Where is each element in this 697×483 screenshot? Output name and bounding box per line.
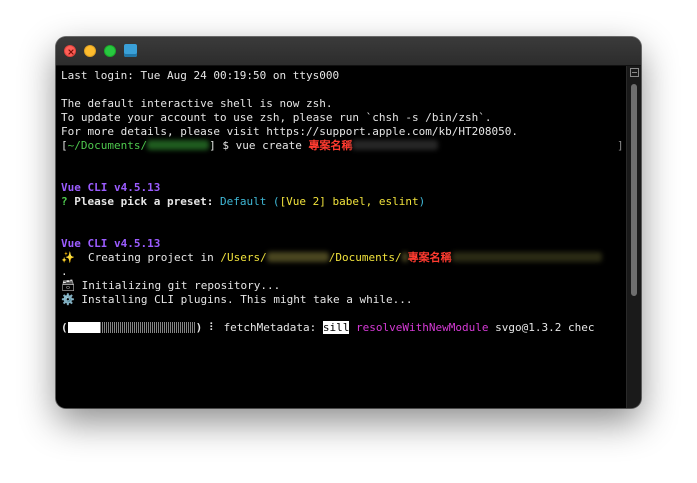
close-button[interactable] [64,45,76,57]
prompt-right-bracket: ] [617,139,624,152]
redacted-folder [401,252,408,262]
preset-question: Please pick a preset: [74,195,220,208]
redacted-path-tail [451,252,602,262]
redacted-command [352,140,439,150]
question-mark: ? [61,195,75,208]
terminal-output[interactable]: Last login: Tue Aug 24 00:19:50 on ttys0… [56,66,626,408]
scrollbar-thumb[interactable] [631,84,637,296]
progress-bar-fill [67,322,100,333]
creating-path-start: /Users/ [220,251,267,264]
prompt-close-bracket: ] [209,139,216,152]
vue-cli-version-1: Vue CLI v4.5.13 [61,181,161,194]
prompt-path: ~/Documents/ [67,139,148,152]
shell-notice-line-1: The default interactive shell is now zsh… [61,97,333,110]
close-icon [68,49,74,55]
progress-bar-remaining [99,322,196,333]
shell-notice-line-2: To update your account to use zsh, pleas… [61,111,492,124]
progress-open: ( [61,321,68,334]
vertical-scrollbar[interactable] [626,66,641,408]
minimize-button[interactable] [84,45,96,57]
prompt-open-bracket: [ [61,139,68,152]
terminal-window: Last login: Tue Aug 24 00:19:50 on ttys0… [56,37,641,408]
card-file-box-icon: 🗃 [61,279,75,292]
npm-progress-line: () ⠇ fetchMetadata: sill resolveWithNewM… [61,321,594,335]
project-name-annotation: 專案名稱 [308,139,353,152]
dot-line: . [61,265,68,278]
npm-package-text: svgo@1.3.2 chec [488,321,595,334]
log-level-badge: sill [322,321,350,334]
sparkles-icon: ✨ [61,251,75,264]
preset-prompt-line: ? Please pick a preset: Default ([Vue 2]… [61,195,425,209]
redacted-username [266,252,329,262]
redacted-path [147,140,210,150]
creating-path-mid: /Documents/ [328,251,402,264]
creating-text: Creating project in [74,251,221,264]
creating-project-line: ✨ Creating project in /Users/ /Documents/… [61,251,602,265]
last-login-line: Last login: Tue Aug 24 00:19:50 on ttys0… [61,69,340,82]
installing-line: ⚙️ Installing CLI plugins. This might ta… [61,293,412,307]
preset-answer-close: ) [418,195,426,208]
init-git-text: Initializing git repository... [74,279,281,292]
npm-action-text: resolveWithNewModule [349,321,489,334]
prompt-dollar: $ [215,139,236,152]
split-pane-icon[interactable] [630,68,639,77]
fetch-metadata-label: fetchMetadata: [223,321,323,334]
gear-icon: ⚙️ [61,293,75,306]
installing-text: Installing CLI plugins. This might take … [74,293,413,306]
preset-answer: Default ( [219,195,280,208]
command-text: vue create [235,139,309,152]
folder-icon[interactable] [124,44,137,57]
vue-cli-version-2: Vue CLI v4.5.13 [61,237,161,250]
project-name-annotation-2: 專案名稱 [407,251,452,264]
title-bar[interactable] [56,37,641,66]
zoom-button[interactable] [104,45,116,57]
prompt-line: [~/Documents/] $ vue create 專案名稱 [61,139,439,153]
preset-options: [Vue 2] babel, eslint [279,195,419,208]
spinner-icon: ⠇ [202,321,224,334]
shell-notice-line-3: For more details, please visit https://s… [61,125,518,138]
init-git-line: 🗃 Initializing git repository... [61,279,280,293]
